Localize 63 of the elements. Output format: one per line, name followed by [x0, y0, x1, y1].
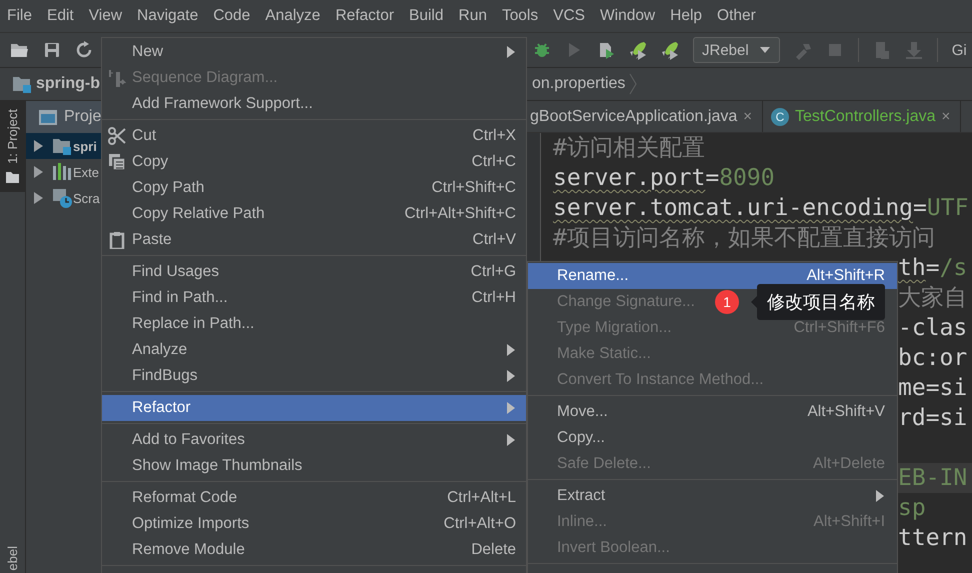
menu-item-label: Copy Relative Path: [132, 205, 265, 223]
menu-item-label: Rename...: [557, 267, 629, 285]
menu-item-label: Analyze: [132, 341, 188, 359]
shortcut-text: Ctrl+C: [470, 153, 516, 171]
shortcut-text: Ctrl+Alt+O: [442, 515, 516, 533]
menu-item-label: Replace in Path...: [132, 315, 254, 333]
menu-item-label: Extract: [557, 487, 606, 505]
shortcut-text: Ctrl+V: [472, 231, 516, 249]
shortcut-text: Alt+Shift+V: [806, 403, 885, 421]
menu-item-label: New: [132, 43, 164, 61]
shortcut-text: Ctrl+Shift+F6: [792, 319, 885, 337]
callout-tooltip: 修改项目名称: [757, 284, 885, 320]
menu-item-label: Paste: [132, 231, 172, 249]
menu-item-label: Inline...: [557, 513, 607, 531]
code-line: 大家自: [898, 284, 968, 313]
menu-item-label: Show Image Thumbnails: [132, 457, 302, 475]
menu-item-label: Type Migration...: [557, 319, 672, 337]
menu-item-label: Copy: [132, 153, 168, 171]
shortcut-text: Ctrl+H: [470, 289, 516, 307]
code-line: server.tomcat.uri-encoding=UTF: [552, 194, 970, 223]
code-line: bc:or: [898, 344, 968, 373]
toolbar-label: Gi: [952, 42, 967, 58]
class-icon: C: [771, 108, 789, 126]
shortcut-text: Alt+Delete: [812, 455, 885, 473]
menu-item-label: Copy...: [557, 429, 605, 447]
shortcut-text: Alt+Shift+R: [806, 267, 885, 285]
shortcut-text: Ctrl+G: [470, 263, 516, 281]
panel-title: Proje: [64, 108, 102, 126]
menu-item-label: Remove Module: [132, 541, 245, 559]
shortcut-text: Ctrl+Shift+C: [430, 179, 516, 197]
shortcut-text: Ctrl+Alt+Shift+C: [403, 205, 516, 223]
code-line: th=/s: [898, 254, 968, 283]
code-line: rd=si: [898, 404, 968, 433]
menu-item-label: Sequence Diagram...: [132, 69, 278, 87]
menu-item-label: Make Static...: [557, 345, 651, 363]
tab-label: gBootServiceApplication.java: [530, 108, 738, 126]
code-line: -clas: [898, 314, 968, 343]
shortcut-text: Ctrl+X: [472, 127, 516, 145]
code-line: server.port=8090: [552, 164, 776, 193]
menu-item-label: Find in Path...: [132, 289, 228, 307]
menu-item-label: Reformat Code: [132, 489, 238, 507]
code-line: sp: [898, 494, 927, 523]
menu-item-label: Safe Delete...: [557, 455, 651, 473]
menu-item-label: Move...: [557, 403, 608, 421]
menu-item-label: Find Usages: [132, 263, 220, 281]
menu-item-label: Convert To Instance Method...: [557, 371, 764, 389]
menu-item-label: Copy Path: [132, 179, 204, 197]
tab-label: TestControllers.java: [795, 108, 936, 126]
shortcut-text: Delete: [470, 541, 516, 559]
code-line: #访问相关配置: [552, 134, 706, 163]
menu-item-label: Change Signature...: [557, 293, 695, 311]
shortcut-text: Ctrl+Alt+L: [446, 489, 516, 507]
shortcut-text: Alt+Shift+I: [812, 513, 885, 531]
code-line: ttern: [898, 524, 968, 553]
menu-item-label: FindBugs: [132, 367, 198, 385]
code-line: #项目访问名称，如果不配置直接访问: [552, 224, 936, 253]
menu-item-label: Cut: [132, 127, 156, 145]
menu-item-label: Optimize Imports: [132, 515, 250, 533]
menu-item-label: Add Framework Support...: [132, 95, 313, 113]
menu-item-label: Refactor: [132, 399, 191, 417]
code-line: me=si: [898, 374, 968, 403]
menu-item-label: Add to Favorites: [132, 431, 245, 449]
menu-item-label: Invert Boolean...: [557, 539, 670, 557]
